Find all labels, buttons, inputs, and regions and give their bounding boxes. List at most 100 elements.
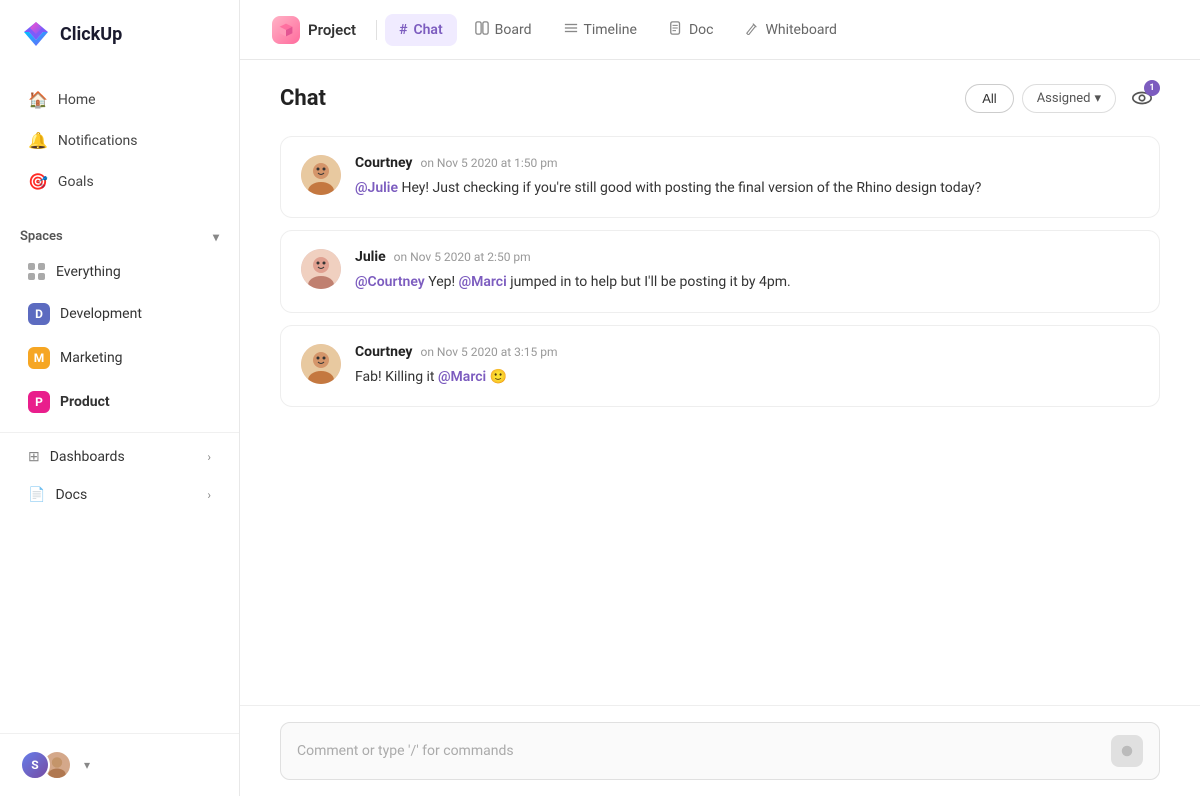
whiteboard-icon — [745, 21, 759, 39]
sidebar-item-home-label: Home — [58, 92, 96, 108]
user-menu-chevron-icon[interactable]: ▾ — [84, 758, 90, 772]
sidebar-item-notifications-label: Notifications — [58, 133, 138, 149]
mention-courtney[interactable]: @Courtney — [355, 274, 425, 290]
sidebar-item-development[interactable]: D Development — [8, 294, 231, 334]
user-avatars[interactable]: S — [20, 750, 72, 780]
courtney-avatar-2 — [301, 344, 341, 384]
main-content: Project # Chat Board — [240, 0, 1200, 796]
app-name: ClickUp — [60, 24, 122, 45]
chat-content-area: Chat All Assigned ▾ 1 — [240, 60, 1200, 796]
mention-marci-2[interactable]: @Marci — [438, 369, 486, 385]
dashboards-icon: ⊞ — [28, 449, 40, 465]
tab-chat-label: Chat — [413, 22, 442, 38]
message-body: Courtney on Nov 5 2020 at 3:15 pm Fab! K… — [355, 344, 1139, 388]
project-label-text: Project — [308, 21, 356, 39]
message-meta: Courtney on Nov 5 2020 at 3:15 pm — [355, 344, 1139, 360]
chat-header: Chat All Assigned ▾ 1 — [240, 60, 1200, 126]
eye-filter-button[interactable]: 1 — [1124, 80, 1160, 116]
message-author: Courtney — [355, 155, 412, 171]
sidebar-item-dashboards[interactable]: ⊞ Dashboards › — [8, 439, 231, 475]
sidebar-item-everything-label: Everything — [56, 264, 121, 280]
sidebar-item-product[interactable]: P Product — [8, 382, 231, 422]
nav-divider — [376, 20, 377, 40]
courtney-avatar-image — [301, 155, 341, 195]
timeline-icon — [564, 21, 578, 39]
message-meta: Courtney on Nov 5 2020 at 1:50 pm — [355, 155, 1139, 171]
tab-board[interactable]: Board — [461, 13, 546, 47]
sidebar-item-home[interactable]: 🏠 Home — [8, 80, 231, 119]
edit-pencil-icon — [745, 21, 759, 35]
message-text: @Courtney Yep! @Marci jumped in to help … — [355, 271, 1139, 293]
timeline-lines-icon — [564, 21, 578, 35]
tab-timeline-label: Timeline — [584, 22, 637, 38]
sidebar-item-marketing[interactable]: M Marketing — [8, 338, 231, 378]
assigned-chevron-icon: ▾ — [1094, 91, 1101, 106]
message-item: Courtney on Nov 5 2020 at 3:15 pm Fab! K… — [280, 325, 1160, 407]
mention-marci[interactable]: @Marci — [459, 274, 507, 290]
chat-filters: All Assigned ▾ — [965, 84, 1116, 113]
hash-icon: # — [399, 22, 407, 38]
send-icon — [1120, 744, 1134, 758]
julie-avatar — [301, 249, 341, 289]
message-content-3b: 🙂 — [490, 369, 507, 385]
marketing-badge: M — [28, 347, 50, 369]
home-icon: 🏠 — [28, 90, 48, 109]
message-time: on Nov 5 2020 at 3:15 pm — [420, 345, 557, 359]
goals-icon: 🎯 — [28, 172, 48, 191]
docs-icon: 📄 — [28, 487, 45, 503]
dashboards-chevron-icon: › — [207, 450, 211, 464]
spaces-label: Spaces — [20, 229, 63, 244]
sidebar: ClickUp 🏠 Home 🔔 Notifications 🎯 Goals S… — [0, 0, 240, 796]
chat-title: Chat — [280, 86, 326, 111]
bell-icon: 🔔 — [28, 131, 48, 150]
message-content-2a: Yep! — [428, 274, 458, 290]
tab-chat[interactable]: # Chat — [385, 14, 457, 46]
sidebar-item-goals[interactable]: 🎯 Goals — [8, 162, 231, 201]
doc-icon — [669, 21, 683, 39]
message-author: Courtney — [355, 344, 412, 360]
development-badge: D — [28, 303, 50, 325]
cube-icon — [278, 22, 294, 38]
mention-julie[interactable]: @Julie — [355, 180, 398, 196]
messages-list: Courtney on Nov 5 2020 at 1:50 pm @Julie… — [240, 126, 1200, 705]
board-icon — [475, 21, 489, 39]
assigned-label: Assigned — [1037, 91, 1091, 106]
product-badge: P — [28, 391, 50, 413]
tab-whiteboard[interactable]: Whiteboard — [731, 13, 851, 47]
logo[interactable]: ClickUp — [0, 0, 239, 68]
sidebar-item-goals-label: Goals — [58, 174, 94, 190]
sidebar-item-marketing-label: Marketing — [60, 350, 123, 366]
sidebar-item-docs[interactable]: 📄 Docs › — [8, 477, 231, 513]
sidebar-item-dashboards-label: Dashboards — [50, 449, 125, 465]
tab-doc[interactable]: Doc — [655, 13, 728, 47]
message-content-1: Hey! Just checking if you're still good … — [401, 180, 981, 196]
message-meta: Julie on Nov 5 2020 at 2:50 pm — [355, 249, 1139, 265]
docs-chevron-icon: › — [207, 488, 211, 502]
courtney-avatar-image-2 — [301, 344, 341, 384]
eye-badge-count: 1 — [1144, 80, 1160, 96]
filter-assigned-button[interactable]: Assigned ▾ — [1022, 84, 1116, 113]
document-icon — [669, 21, 683, 35]
send-button[interactable] — [1111, 735, 1143, 767]
board-grid-icon — [475, 21, 489, 35]
message-content-2b: jumped in to help but I'll be posting it… — [510, 274, 790, 290]
message-item: Courtney on Nov 5 2020 at 1:50 pm @Julie… — [280, 136, 1160, 218]
message-author: Julie — [355, 249, 386, 265]
comment-input-wrap[interactable]: Comment or type '/' for commands — [280, 722, 1160, 780]
message-text: Fab! Killing it @Marci 🙂 — [355, 366, 1139, 388]
project-breadcrumb[interactable]: Project — [260, 8, 368, 52]
courtney-avatar — [301, 155, 341, 195]
tab-timeline[interactable]: Timeline — [550, 13, 651, 47]
sidebar-item-notifications[interactable]: 🔔 Notifications — [8, 121, 231, 160]
sidebar-item-development-label: Development — [60, 306, 142, 322]
message-time: on Nov 5 2020 at 2:50 pm — [394, 250, 531, 264]
spaces-chevron-icon[interactable]: ▾ — [213, 230, 219, 244]
user-avatar-s: S — [20, 750, 50, 780]
sidebar-item-product-label: Product — [60, 394, 110, 410]
sidebar-footer: S ▾ — [0, 733, 239, 796]
sidebar-item-everything[interactable]: Everything — [8, 254, 231, 290]
filter-all-button[interactable]: All — [965, 84, 1013, 113]
julie-avatar-image — [301, 249, 341, 289]
top-navigation: Project # Chat Board — [240, 0, 1200, 60]
message-text: @Julie Hey! Just checking if you're stil… — [355, 177, 1139, 199]
